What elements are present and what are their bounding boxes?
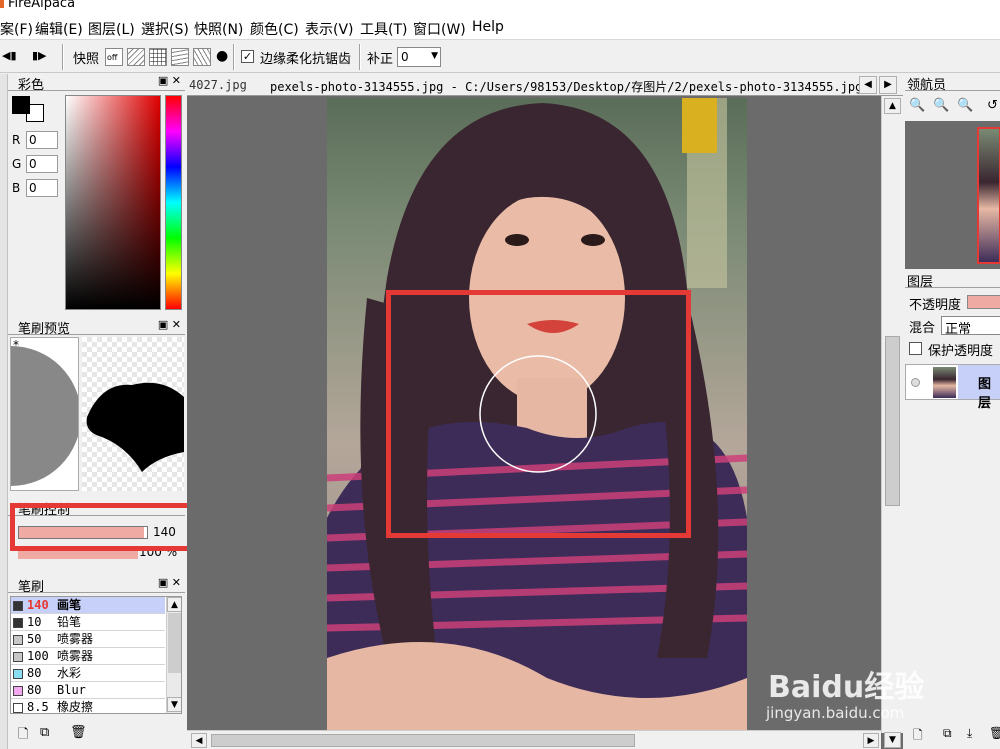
g-label: G xyxy=(12,157,22,171)
tool-strip xyxy=(0,74,8,749)
new-brush-icon[interactable]: 🗋 xyxy=(18,725,28,747)
brush-item[interactable]: 100 喷雾器 xyxy=(11,648,165,665)
zoom-in-icon[interactable]: 🔍 xyxy=(909,98,925,113)
navigator-preview[interactable] xyxy=(905,121,1000,269)
menu-select[interactable]: 選択(S) xyxy=(141,19,189,39)
r-field[interactable]: 0 xyxy=(26,131,58,149)
b-label: B xyxy=(12,181,21,195)
snap-label: 快照 xyxy=(73,52,100,67)
brush-list-scrollbar[interactable]: ▲ ▼ xyxy=(166,597,181,713)
chevron-down-icon: ▼ xyxy=(431,51,438,61)
zoom-reset-icon[interactable]: 🔍 xyxy=(957,98,973,113)
tab-scroll-left-icon[interactable]: ◀ xyxy=(859,76,877,94)
menu-bar: 案(F) 编辑(E) 图层(L) 選択(S) 快照(N) 颜色(C) 表示(V)… xyxy=(0,14,1000,40)
g-field[interactable]: 0 xyxy=(26,155,58,173)
document-tab-bar: 4027.jpg pexels-photo-3134555.jpg - C:/U… xyxy=(187,74,903,96)
color-panel: 彩色 ▣ ✕ R 0 G 0 B 0 xyxy=(8,74,185,317)
snap-parallel-button[interactable] xyxy=(127,48,145,66)
panel-controls[interactable]: ▣ ✕ xyxy=(158,576,181,589)
r-label: R xyxy=(12,133,21,147)
snap-grid-button[interactable] xyxy=(149,48,167,66)
snap-vanish-button[interactable] xyxy=(171,48,189,66)
layer-visibility-icon[interactable] xyxy=(911,378,920,387)
correction-select[interactable]: 0 ▼ xyxy=(397,47,441,67)
menu-view[interactable]: 表示(V) xyxy=(305,19,354,39)
snap-off-button[interactable]: off xyxy=(105,48,123,66)
layer-opacity-slider[interactable] xyxy=(967,295,1000,309)
antialias-checkbox[interactable]: ✓ xyxy=(241,50,254,63)
saturation-value-picker[interactable] xyxy=(65,95,161,310)
tab-current-doc[interactable]: pexels-photo-3134555.jpg - C:/Users/9815… xyxy=(270,78,862,95)
annotation-box-brush-size xyxy=(10,503,192,551)
canvas-vertical-scrollbar[interactable]: ▲ ▼ xyxy=(881,96,903,748)
rotate-icon[interactable]: ↺ xyxy=(987,98,998,113)
brush-preview-title: 笔刷预览 xyxy=(18,322,71,337)
protect-alpha-checkbox[interactable] xyxy=(909,342,922,355)
brush-item[interactable]: 140 画笔 xyxy=(11,597,165,614)
menu-window[interactable]: 窗口(W) xyxy=(413,19,466,39)
layer-name: 图层 xyxy=(978,377,992,411)
watermark-url: jingyan.baidu.com xyxy=(766,704,905,722)
brush-list-title: 笔刷 xyxy=(18,580,45,595)
watermark-brand: Baidu经验 xyxy=(768,670,925,705)
navigator-panel: 领航员 🔍 🔍 🔍 ↺ xyxy=(905,74,1000,270)
snap-curve-button[interactable] xyxy=(193,48,211,66)
app-icon xyxy=(0,0,4,8)
prev-icon[interactable]: ◀▮ xyxy=(2,49,17,62)
brush-item[interactable]: 50 喷雾器 xyxy=(11,631,165,648)
menu-help[interactable]: Help xyxy=(472,19,504,35)
duplicate-brush-icon[interactable]: ⧉ xyxy=(40,725,49,740)
brush-stroke-preview xyxy=(82,337,184,491)
zoom-out-icon[interactable]: 🔍 xyxy=(933,98,949,113)
hue-slider[interactable] xyxy=(165,95,182,310)
b-field[interactable]: 0 xyxy=(26,179,58,197)
menu-snap[interactable]: 快照(N) xyxy=(194,19,243,39)
menu-color[interactable]: 颜色(C) xyxy=(250,19,299,39)
annotation-box-brush-area xyxy=(386,290,691,538)
brush-preview-panel: 笔刷预览 ▣ ✕ * xyxy=(8,318,185,498)
brush-list: 140 画笔 10 铅笔 50 喷雾器 100 喷雾器 80 水彩 80 Blu… xyxy=(10,596,182,714)
brush-item[interactable]: 8.5 橡皮擦 xyxy=(11,699,165,713)
title-bar: FireAlpaca xyxy=(0,0,1000,14)
opacity-label: 不透明度 xyxy=(909,298,962,313)
brush-list-panel: 笔刷 ▣ ✕ 140 画笔 10 铅笔 50 喷雾器 100 喷雾器 80 水彩 xyxy=(8,576,185,749)
protect-alpha-label: 保护透明度 xyxy=(928,344,994,359)
tab-scroll-right-icon[interactable]: ▶ xyxy=(879,76,897,94)
snap-dot-icon[interactable]: ● xyxy=(216,48,228,64)
layer-row[interactable]: 图层 xyxy=(905,364,1000,411)
menu-tools[interactable]: 工具(T) xyxy=(360,19,407,39)
brush-preview-shape: * xyxy=(10,337,79,491)
blend-label: 混合 xyxy=(909,321,936,336)
correction-label: 补正 xyxy=(367,52,394,67)
tab-previous-doc[interactable]: 4027.jpg xyxy=(189,78,247,92)
brush-item[interactable]: 10 铅笔 xyxy=(11,614,165,631)
toolbar: ◀▮ ▮▶ 快照 off ● ✓ 边缘柔化抗锯齿 补正 0 ▼ xyxy=(0,41,1000,73)
foreground-color-swatch[interactable] xyxy=(12,96,30,114)
navigator-title: 领航员 xyxy=(907,78,947,93)
antialias-label: 边缘柔化抗锯齿 xyxy=(260,52,352,67)
canvas-horizontal-scrollbar[interactable]: ◀ ▶ xyxy=(187,730,881,749)
layers-title: 图层 xyxy=(907,275,934,290)
color-panel-title: 彩色 xyxy=(18,78,45,93)
merge-layer-icon[interactable]: ⤓ xyxy=(967,726,972,741)
delete-layer-icon[interactable]: 🗑 xyxy=(989,726,1000,740)
menu-layer[interactable]: 图层(L) xyxy=(88,19,135,39)
brush-item[interactable]: 80 Blur xyxy=(11,682,165,699)
next-icon[interactable]: ▮▶ xyxy=(32,49,47,62)
menu-file[interactable]: 案(F) xyxy=(0,19,33,39)
watermark: Baidu经验 jingyan.baidu.com xyxy=(760,640,960,730)
blend-mode-select[interactable]: 正常 xyxy=(941,316,1000,337)
menu-edit[interactable]: 编辑(E) xyxy=(35,19,83,39)
delete-brush-icon[interactable]: 🗑 xyxy=(70,725,87,740)
panel-controls[interactable]: ▣ ✕ xyxy=(158,318,181,331)
layer-thumbnail xyxy=(933,367,956,398)
brush-item[interactable]: 80 水彩 xyxy=(11,665,165,682)
panel-controls[interactable]: ▣ ✕ xyxy=(158,74,181,87)
app-title: FireAlpaca xyxy=(8,0,76,11)
